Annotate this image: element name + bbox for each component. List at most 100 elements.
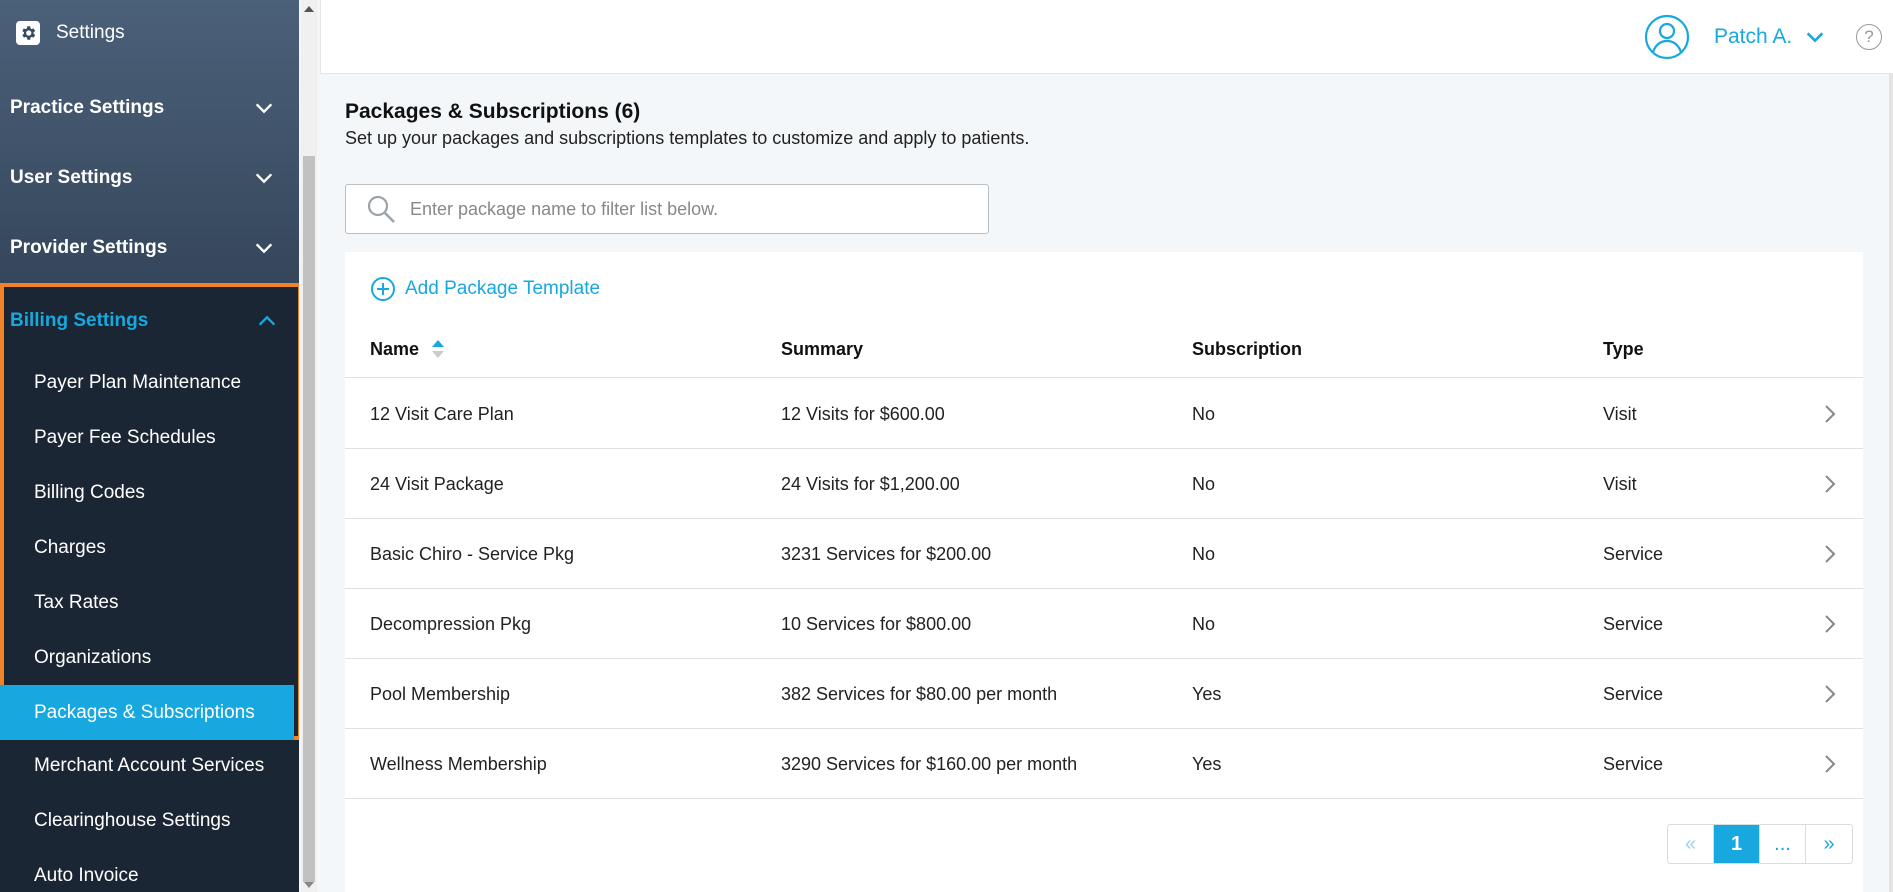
sidebar-item-payer-fee-schedules[interactable]: Payer Fee Schedules bbox=[0, 410, 294, 465]
sidebar-item-label: Auto Invoice bbox=[34, 864, 139, 886]
pagination-page-1[interactable]: 1 bbox=[1714, 825, 1760, 863]
table-row[interactable]: 24 Visit Package 24 Visits for $1,200.00… bbox=[345, 449, 1863, 519]
table-row[interactable]: Wellness Membership 3290 Services for $1… bbox=[345, 729, 1863, 799]
cell-subscription: Yes bbox=[1192, 753, 1222, 774]
column-header-label: Subscription bbox=[1192, 338, 1303, 359]
sidebar-section-label: Billing Settings bbox=[10, 310, 149, 331]
chevron-up-icon bbox=[258, 315, 276, 326]
sidebar-scrollbar[interactable] bbox=[301, 0, 317, 892]
cell-name: 24 Visit Package bbox=[370, 473, 504, 494]
sidebar-item-label: Clearinghouse Settings bbox=[34, 809, 231, 831]
main-scrollbar[interactable] bbox=[1889, 74, 1893, 892]
add-package-template-button[interactable]: Add Package Template bbox=[370, 276, 600, 302]
search-input[interactable] bbox=[410, 198, 970, 220]
cell-summary: 10 Services for $800.00 bbox=[781, 613, 972, 634]
sidebar-section-provider-settings[interactable]: Provider Settings bbox=[0, 213, 299, 283]
user-avatar-icon bbox=[1644, 14, 1690, 60]
plus-circle-icon bbox=[371, 277, 395, 301]
cell-type: Visit bbox=[1603, 473, 1637, 494]
chevron-right-icon[interactable] bbox=[1823, 753, 1837, 775]
sidebar-item-label: Organizations bbox=[34, 646, 152, 668]
chevron-down-icon bbox=[255, 103, 273, 114]
sidebar-section-label: Practice Settings bbox=[10, 97, 165, 118]
column-header-label: Type bbox=[1603, 338, 1644, 359]
search-box[interactable] bbox=[345, 184, 989, 234]
scroll-down-arrow-icon[interactable] bbox=[304, 882, 314, 888]
sidebar-section-billing-settings[interactable]: Billing Settings bbox=[4, 287, 298, 355]
cell-summary: 24 Visits for $1,200.00 bbox=[781, 473, 960, 494]
chevron-down-icon bbox=[1806, 32, 1824, 43]
page-subtitle: Set up your packages and subscriptions t… bbox=[345, 128, 1030, 148]
column-header-subscription: Subscription bbox=[1192, 320, 1302, 378]
table-row[interactable]: Basic Chiro - Service Pkg 3231 Services … bbox=[345, 519, 1863, 589]
sidebar-item-merchant-account-services[interactable]: Merchant Account Services bbox=[0, 738, 299, 793]
billing-settings-group: Billing Settings Payer Plan Maintenance … bbox=[0, 283, 299, 740]
table-row[interactable]: Pool Membership 382 Services for $80.00 … bbox=[345, 659, 1863, 729]
settings-title-label: Settings bbox=[56, 22, 125, 43]
cell-summary: 3231 Services for $200.00 bbox=[781, 543, 992, 564]
cell-summary: 3290 Services for $160.00 per month bbox=[781, 753, 1078, 774]
user-menu[interactable]: Patch A. bbox=[1644, 14, 1826, 60]
scrollbar-thumb[interactable] bbox=[303, 156, 315, 882]
sidebar-item-label: Payer Fee Schedules bbox=[34, 426, 216, 448]
cell-subscription: No bbox=[1192, 403, 1216, 424]
user-name: Patch A. bbox=[1714, 25, 1793, 48]
cell-type: Service bbox=[1603, 543, 1664, 564]
search-icon bbox=[367, 195, 395, 223]
cell-type: Service bbox=[1603, 683, 1664, 704]
column-header-name[interactable]: Name bbox=[370, 320, 445, 378]
column-header-type: Type bbox=[1603, 320, 1644, 378]
pagination-next-button[interactable]: » bbox=[1806, 825, 1852, 863]
sort-icon bbox=[432, 340, 445, 358]
chevron-right-icon[interactable] bbox=[1823, 613, 1837, 635]
sidebar-item-label: Payer Plan Maintenance bbox=[34, 371, 242, 393]
sidebar-item-charges[interactable]: Charges bbox=[0, 520, 294, 575]
chevron-right-icon[interactable] bbox=[1823, 683, 1837, 705]
sidebar-item-label: Tax Rates bbox=[34, 591, 119, 613]
chevron-right-icon[interactable] bbox=[1823, 473, 1837, 495]
packages-panel: Add Package Template Name Summary Subscr… bbox=[345, 252, 1863, 892]
sidebar-section-label: Provider Settings bbox=[10, 237, 168, 258]
chevron-down-icon bbox=[255, 243, 273, 254]
sidebar-item-auto-invoice[interactable]: Auto Invoice bbox=[0, 848, 299, 892]
sidebar-item-payer-plan-maintenance[interactable]: Payer Plan Maintenance bbox=[0, 355, 294, 410]
sidebar-item-tax-rates[interactable]: Tax Rates bbox=[0, 575, 294, 630]
gear-icon bbox=[16, 21, 40, 45]
help-icon[interactable]: ? bbox=[1856, 24, 1882, 50]
table-row[interactable]: 12 Visit Care Plan 12 Visits for $600.00… bbox=[345, 379, 1863, 449]
sidebar-item-clearinghouse-settings[interactable]: Clearinghouse Settings bbox=[0, 793, 299, 848]
sidebar-section-user-settings[interactable]: User Settings bbox=[0, 143, 299, 213]
cell-subscription: No bbox=[1192, 473, 1216, 494]
table-header: Name Summary Subscription Type bbox=[345, 320, 1863, 378]
column-header-label: Name bbox=[370, 338, 420, 359]
sidebar-section-practice-settings[interactable]: Practice Settings bbox=[0, 73, 299, 143]
pagination-prev-button[interactable]: « bbox=[1668, 825, 1714, 863]
sidebar-item-packages-subscriptions[interactable]: Packages & Subscriptions bbox=[0, 685, 294, 740]
cell-type: Visit bbox=[1603, 403, 1637, 424]
cell-name: Pool Membership bbox=[370, 683, 511, 704]
cell-summary: 12 Visits for $600.00 bbox=[781, 403, 945, 424]
column-header-label: Summary bbox=[781, 338, 864, 359]
cell-subscription: No bbox=[1192, 613, 1216, 634]
cell-summary: 382 Services for $80.00 per month bbox=[781, 683, 1058, 704]
cell-name: Decompression Pkg bbox=[370, 613, 532, 634]
sidebar-item-label: Billing Codes bbox=[34, 481, 145, 503]
pagination-ellipsis[interactable]: ... bbox=[1760, 825, 1806, 863]
page-title: Packages & Subscriptions (6) bbox=[345, 100, 641, 123]
column-header-summary: Summary bbox=[781, 320, 863, 378]
cell-subscription: Yes bbox=[1192, 683, 1222, 704]
scroll-up-arrow-icon[interactable] bbox=[304, 6, 314, 12]
cell-name: Wellness Membership bbox=[370, 753, 547, 774]
sidebar-section-label: User Settings bbox=[10, 167, 133, 188]
cell-type: Service bbox=[1603, 613, 1664, 634]
pagination: « 1 ... » bbox=[1667, 824, 1853, 864]
settings-title: Settings bbox=[16, 18, 125, 48]
sidebar-item-organizations[interactable]: Organizations bbox=[0, 630, 294, 685]
table-row[interactable]: Decompression Pkg 10 Services for $800.0… bbox=[345, 589, 1863, 659]
add-package-template-label: Add Package Template bbox=[405, 278, 601, 299]
chevron-right-icon[interactable] bbox=[1823, 403, 1837, 425]
chevron-right-icon[interactable] bbox=[1823, 543, 1837, 565]
sidebar-item-label: Packages & Subscriptions bbox=[34, 701, 255, 723]
cell-type: Service bbox=[1603, 753, 1664, 774]
sidebar-item-billing-codes[interactable]: Billing Codes bbox=[0, 465, 294, 520]
